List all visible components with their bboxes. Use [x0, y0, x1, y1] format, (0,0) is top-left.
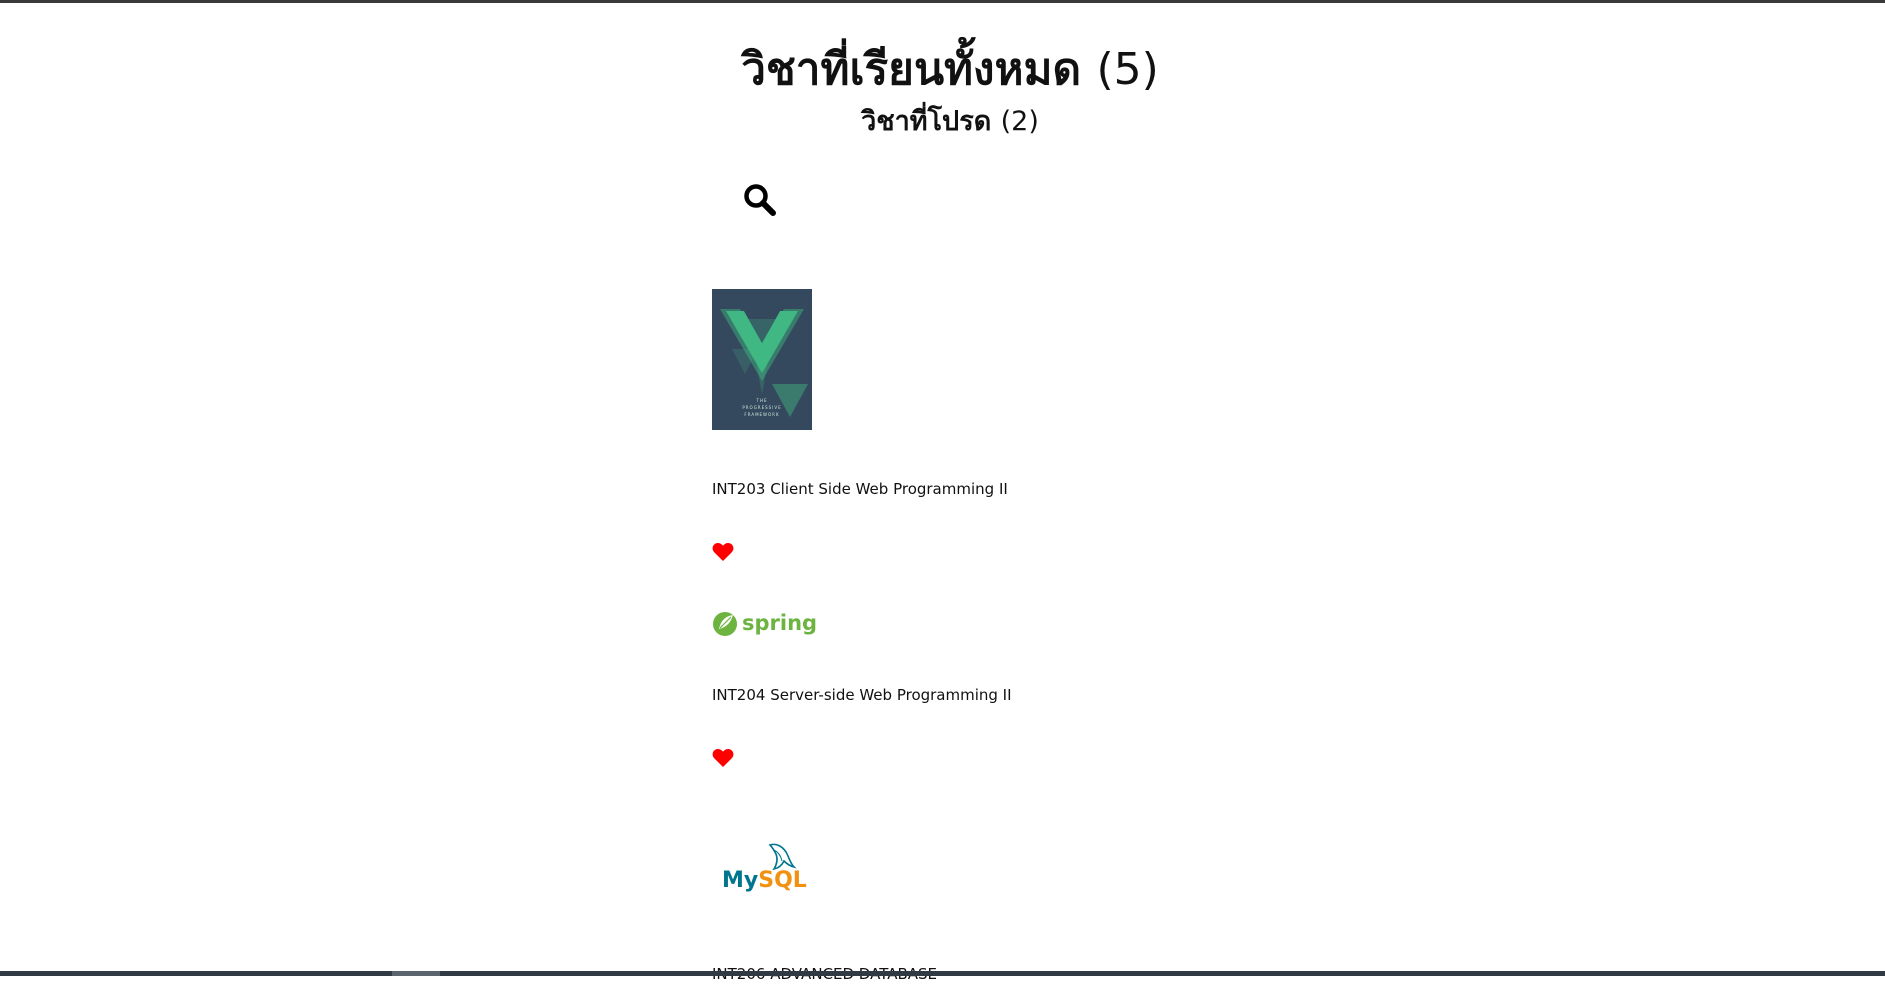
- svg-text:PROGRESSIVE: PROGRESSIVE: [742, 405, 781, 410]
- page: วิชาที่เรียนทั้งหมด (5) วิชาที่โปรด (2): [0, 0, 1885, 983]
- heart-icon: [712, 749, 734, 767]
- course-name: INT203 Client Side Web Programming II: [712, 480, 1008, 498]
- favorite-toggle[interactable]: [712, 748, 734, 772]
- course-image-spring: spring: [712, 609, 817, 643]
- search-icon: [744, 184, 776, 216]
- mysql-logo-text: MySQL: [722, 868, 807, 893]
- scrollbar-thumb[interactable]: [392, 971, 440, 976]
- favorite-subtitle-text: วิชาที่โปรด: [861, 106, 992, 137]
- mysql-logo-image: MySQL: [722, 843, 807, 893]
- horizontal-scrollbar[interactable]: [0, 971, 1885, 976]
- page-title: วิชาที่เรียนทั้งหมด (5): [0, 42, 1885, 98]
- course-name: INT204 Server-side Web Programming II: [712, 686, 1012, 704]
- heart-icon: [712, 543, 734, 561]
- favorite-subtitle: วิชาที่โปรด (2): [0, 104, 1885, 140]
- favorite-count: (2): [1000, 106, 1039, 137]
- svg-text:THE: THE: [756, 398, 768, 403]
- vue-logo-image: THE PROGRESSIVE FRAMEWORK: [712, 289, 812, 430]
- svg-text:spring: spring: [742, 611, 816, 635]
- search-button[interactable]: [740, 180, 780, 220]
- page-title-text: วิชาที่เรียนทั้งหมด: [741, 44, 1082, 95]
- favorite-toggle[interactable]: [712, 542, 734, 566]
- course-image-vue: THE PROGRESSIVE FRAMEWORK: [712, 289, 812, 430]
- total-course-count: (5): [1096, 44, 1159, 95]
- course-image-mysql: MySQL: [712, 837, 812, 911]
- spring-logo-image: spring: [713, 611, 817, 636]
- svg-text:FRAMEWORK: FRAMEWORK: [744, 412, 779, 417]
